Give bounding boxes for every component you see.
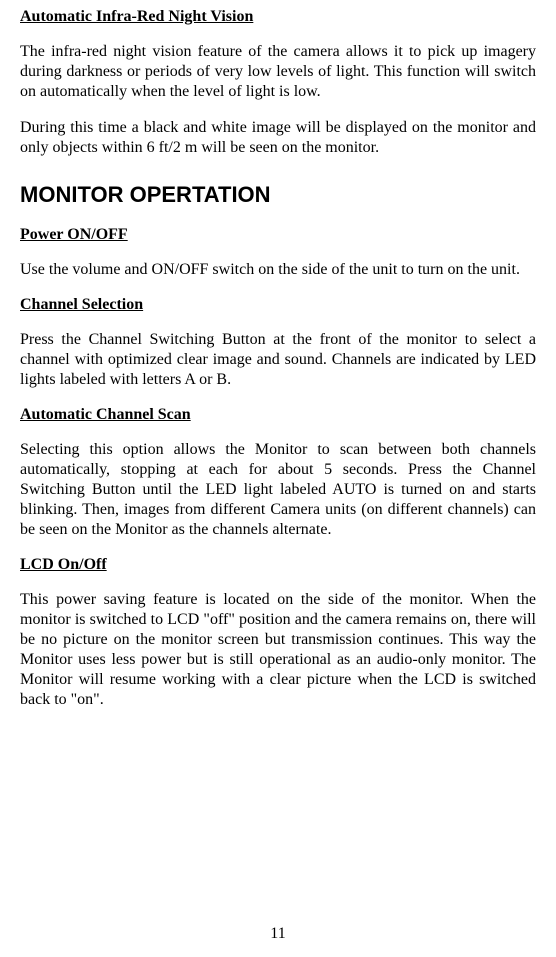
paragraph-auto-channel-scan: Selecting this option allows the Monitor… — [20, 440, 536, 540]
heading-lcd-on-off: LCD On/Off — [20, 556, 536, 574]
heading-night-vision: Automatic Infra-Red Night Vision — [20, 8, 536, 26]
paragraph-night-vision-1: The infra-red night vision feature of th… — [20, 42, 536, 102]
heading-auto-channel-scan: Automatic Channel Scan — [20, 406, 536, 424]
paragraph-lcd-on-off: This power saving feature is located on … — [20, 590, 536, 710]
paragraph-channel-selection: Press the Channel Switching Button at th… — [20, 330, 536, 390]
heading-power-on-off: Power ON/OFF — [20, 226, 536, 244]
page-number: 11 — [0, 925, 556, 943]
heading-channel-selection: Channel Selection — [20, 296, 536, 314]
paragraph-power-on-off: Use the volume and ON/OFF switch on the … — [20, 260, 536, 280]
paragraph-night-vision-2: During this time a black and white image… — [20, 118, 536, 158]
heading-monitor-operation: MONITOR OPERTATION — [20, 182, 536, 208]
